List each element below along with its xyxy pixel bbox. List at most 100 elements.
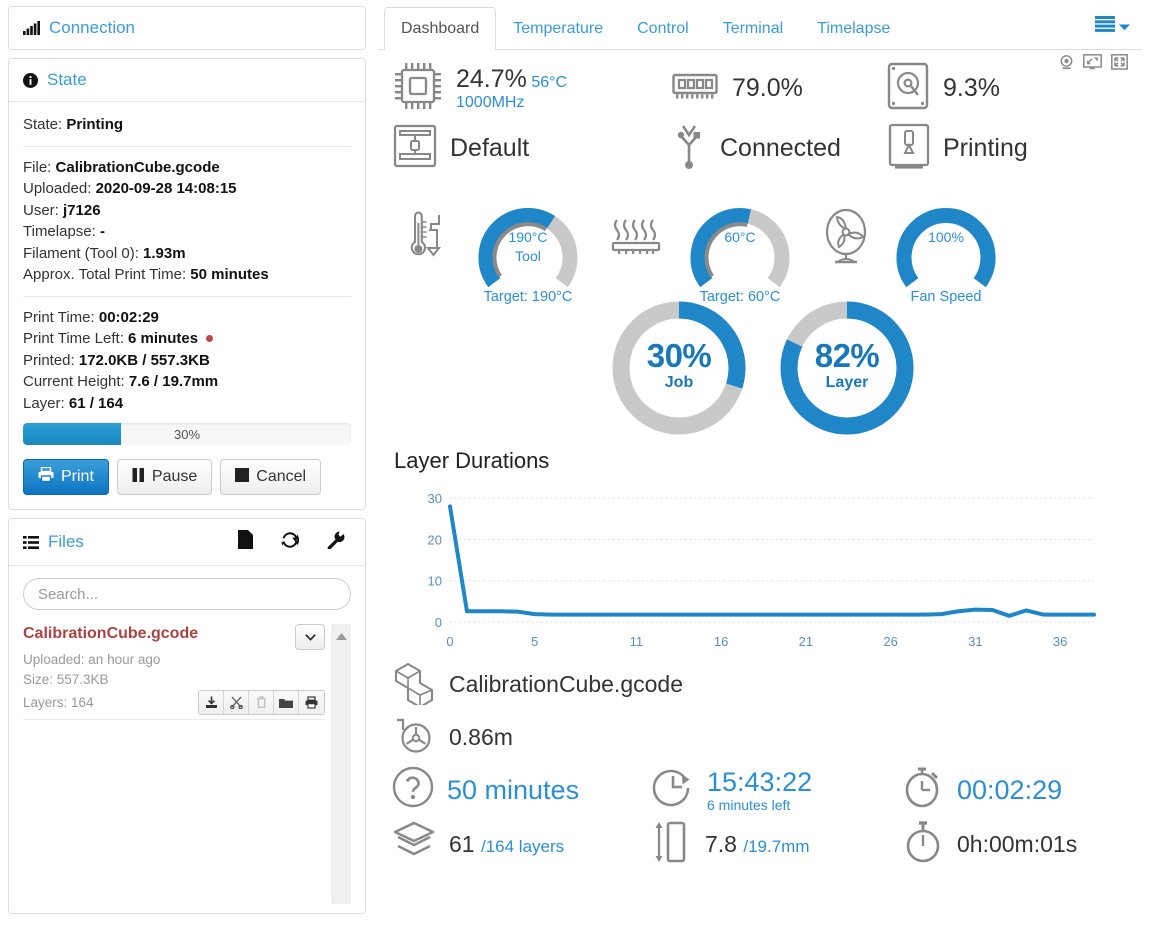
sidebar: Connection State State: Printing	[0, 0, 374, 937]
more-menu-button[interactable]	[1095, 16, 1142, 49]
tab-dashboard[interactable]: Dashboard	[384, 7, 496, 50]
scroll-up-icon[interactable]	[335, 628, 348, 904]
job-info-value: 50 minutes	[190, 266, 268, 283]
connection-panel: Connection	[8, 6, 366, 50]
job-info-value: CalibrationCube.gcode	[56, 159, 220, 176]
connection-panel-title: Connection	[49, 18, 135, 38]
print-progress-label: 30%	[23, 423, 351, 445]
svg-text:21: 21	[799, 634, 813, 649]
current-height-value: 7.8 /19.7mm	[705, 831, 810, 858]
search-input[interactable]	[23, 578, 351, 610]
stopwatch-icon	[902, 765, 944, 814]
tab-terminal[interactable]: Terminal	[706, 7, 800, 50]
thermometer-tool-icon	[404, 208, 448, 271]
print-button[interactable]: Print	[23, 459, 109, 495]
job-info-label: Uploaded:	[23, 180, 91, 197]
file-menu-button[interactable]	[295, 624, 325, 650]
layer-progress-label: Layer	[773, 374, 921, 392]
file-icon[interactable]	[238, 530, 253, 554]
svg-text:0: 0	[435, 615, 442, 630]
dashboard-corner-icons	[1059, 54, 1128, 75]
print-icon[interactable]	[299, 691, 324, 714]
progress-info-list: Print Time: 00:02:29 Print Time Left: 6 …	[23, 307, 351, 415]
tool-temperature-gauge: 190°C Tool Target: 190°C	[460, 184, 596, 302]
pause-button-label: Pause	[152, 468, 197, 486]
connection-panel-header[interactable]: Connection	[9, 7, 365, 49]
tab-control[interactable]: Control	[620, 7, 706, 50]
job-info-label: Approx. Total Print Time:	[23, 266, 186, 283]
list-icon	[23, 536, 39, 549]
slice-icon[interactable]	[224, 691, 249, 714]
svg-text:0: 0	[446, 634, 453, 649]
print-status-value: Printing	[943, 134, 1028, 163]
info-circle-icon	[23, 73, 38, 88]
progress-info-row: Print Time Left: 6 minutes	[23, 328, 351, 350]
svg-text:5: 5	[531, 634, 538, 649]
state-panel-body: State: Printing File: CalibrationCube.gc…	[9, 102, 365, 509]
progress-info-row: Layer: 61 / 164	[23, 393, 351, 415]
job-info-label: Filament (Tool 0):	[23, 245, 139, 262]
layer-durations-title: Layer Durations	[394, 448, 1134, 474]
layer-total: /164 layers	[481, 837, 564, 856]
cpu-icon	[392, 60, 444, 117]
tab-timelapse[interactable]: Timelapse	[800, 7, 907, 50]
delete-icon[interactable]	[249, 691, 274, 714]
system-stats-row: 24.7% 56°C 1000MHz	[392, 60, 1134, 117]
progress-donut-row: 30% Job 82% Layer	[392, 294, 1134, 442]
eta-value: 15:43:22	[707, 767, 812, 797]
file-info-cell: CalibrationCube.gcode	[392, 659, 683, 710]
svg-text:16: 16	[714, 634, 728, 649]
job-progress-donut: 30% Job	[605, 294, 753, 442]
fan-icon	[822, 208, 870, 271]
divider	[23, 146, 351, 147]
job-info-list: File: CalibrationCube.gcode Uploaded: 20…	[23, 157, 351, 286]
list-item[interactable]: CalibrationCube.gcode Uploaded: an hour …	[23, 624, 325, 720]
memory-icon	[672, 71, 718, 106]
folder-icon[interactable]	[274, 691, 299, 714]
progress-info-row: Printed: 172.0KB / 557.3KB	[23, 350, 351, 372]
print-status-icon	[887, 123, 931, 174]
cancel-button[interactable]: Cancel	[220, 459, 321, 495]
progress-info-value: 6 minutes	[128, 330, 198, 347]
state-panel: State State: Printing File: CalibrationC…	[8, 58, 366, 510]
pause-button[interactable]: Pause	[117, 459, 212, 495]
bed-temp-value: 60°C	[672, 228, 808, 247]
state-panel-title: State	[47, 70, 87, 90]
eta-remaining-value: 6 minutes left	[707, 797, 812, 813]
wrench-icon[interactable]	[327, 531, 345, 554]
layer-time-info-cell: 0h:00m:01s	[902, 820, 1077, 869]
usb-icon	[672, 123, 706, 174]
state-panel-header[interactable]: State	[9, 59, 365, 102]
cpu-temp-value: 56°C	[531, 74, 567, 91]
refresh-icon[interactable]	[281, 531, 299, 554]
layer-count-value: 61 /164 layers	[449, 831, 564, 858]
files-panel-actions	[238, 530, 345, 554]
restore-window-icon[interactable]	[1083, 54, 1102, 75]
print-button-label: Print	[61, 468, 94, 486]
heated-bed-icon	[610, 210, 662, 265]
job-info-value: j7126	[63, 202, 101, 219]
fullscreen-icon[interactable]	[1111, 54, 1128, 75]
svg-text:10: 10	[428, 574, 442, 589]
download-icon[interactable]	[199, 691, 224, 714]
layer-progress-donut: 82% Layer	[773, 294, 921, 442]
job-info-row: File: CalibrationCube.gcode	[23, 157, 351, 179]
job-info-value: 2020-09-28 14:08:15	[96, 180, 237, 197]
tab-temperature[interactable]: Temperature	[496, 7, 620, 50]
memory-stat: 79.0%	[672, 71, 887, 106]
file-name[interactable]: CalibrationCube.gcode	[23, 624, 198, 644]
chevron-down-icon	[1119, 18, 1130, 36]
progress-info-label: Current Height:	[23, 373, 125, 390]
progress-info-label: Layer:	[23, 395, 65, 412]
webcam-icon[interactable]	[1059, 55, 1074, 75]
disk-stat: 9.3%	[887, 62, 1000, 115]
filament-info-cell: 0.86m	[392, 716, 513, 759]
files-scrollbar[interactable]	[331, 624, 351, 904]
progress-info-label: Print Time:	[23, 309, 95, 326]
job-info-value: -	[100, 223, 105, 240]
stop-icon	[235, 468, 249, 487]
height-current: 7.8	[705, 831, 737, 857]
svg-text:31: 31	[968, 634, 982, 649]
elapsed-info-cell: 00:02:29	[902, 765, 1062, 814]
files-list-container: CalibrationCube.gcode Uploaded: an hour …	[23, 624, 351, 904]
